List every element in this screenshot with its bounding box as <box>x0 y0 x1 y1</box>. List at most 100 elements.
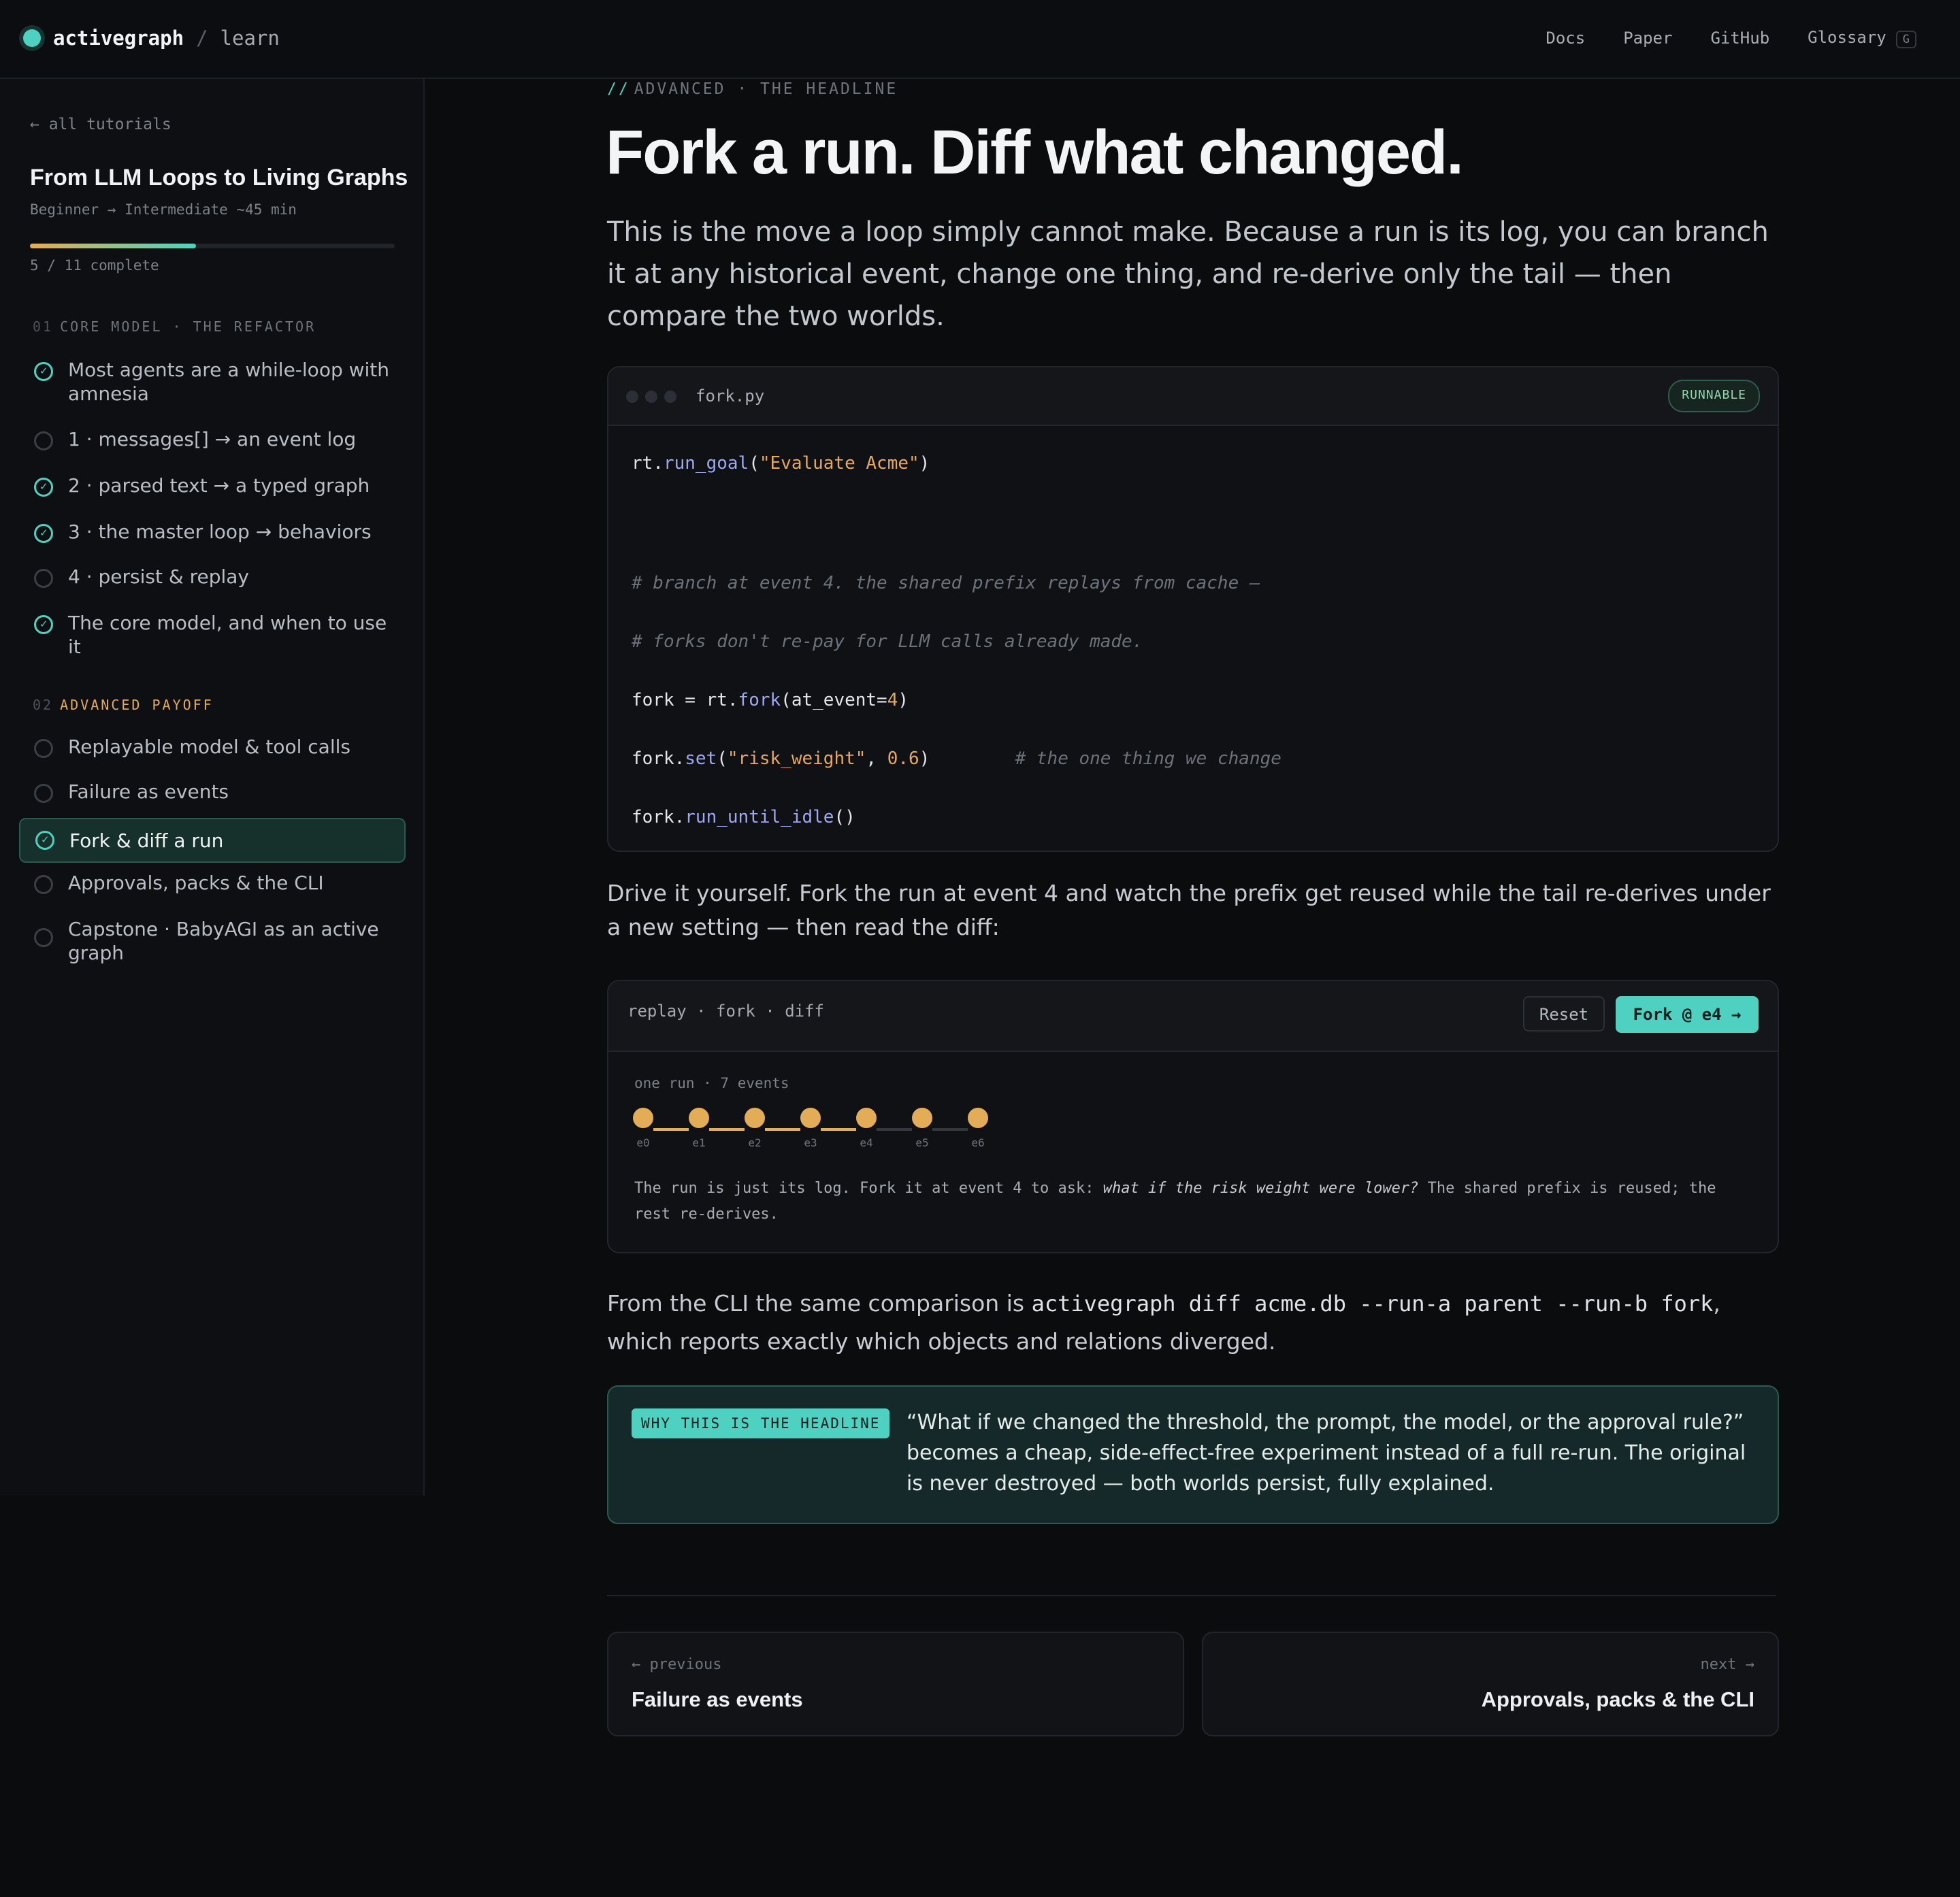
code-line: fork.set("risk_weight", 0.6) # the one t… <box>632 748 1281 769</box>
lesson-label: Replayable model & tool calls <box>68 736 350 758</box>
lesson-incomplete-circle-icon <box>34 431 53 450</box>
next-title: Approvals, packs & the CLI <box>1481 1687 1754 1711</box>
event-node[interactable] <box>689 1108 709 1128</box>
course-progress-bar <box>30 244 395 248</box>
brand-section[interactable]: learn <box>220 27 280 50</box>
eyebrow-slashes: // <box>607 80 630 98</box>
previous-lesson-link[interactable]: ← previous Failure as events <box>607 1632 1184 1736</box>
lesson-incomplete-circle-icon <box>34 784 53 803</box>
section-number: 02 <box>33 697 54 713</box>
event-node[interactable] <box>800 1108 821 1128</box>
simulator-header: replay · fork · diff Reset Fork @ e4 → <box>608 981 1778 1052</box>
divider <box>607 1595 1776 1596</box>
event-node[interactable] <box>968 1108 988 1128</box>
lesson-complete-check-icon <box>34 524 53 543</box>
section-heading-core-model: 01 CORE MODEL · THE REFACTOR <box>33 318 316 335</box>
logo-dot-icon <box>23 29 41 47</box>
lesson-item[interactable]: Most agents are a while-loop with amnesi… <box>19 357 403 406</box>
run-label: one run · 7 events <box>634 1075 789 1091</box>
event-node[interactable] <box>912 1108 932 1128</box>
glossary-shortcut-key: G <box>1895 31 1916 48</box>
event-label: e4 <box>860 1136 873 1149</box>
event-node[interactable] <box>856 1108 877 1128</box>
nav-docs[interactable]: Docs <box>1546 29 1585 48</box>
next-lesson-link[interactable]: next → Approvals, packs & the CLI <box>1202 1632 1779 1736</box>
lesson-incomplete-circle-icon <box>34 569 53 588</box>
section-title: ADVANCED PAYOFF <box>60 697 214 713</box>
event-node[interactable] <box>633 1108 653 1128</box>
nav-glossary-label: Glossary <box>1808 28 1886 47</box>
callout-tag: WHY THIS IS THE HEADLINE <box>632 1408 890 1438</box>
lesson-label: 1 · messages[] → an event log <box>68 428 357 450</box>
event-label: e5 <box>915 1136 929 1149</box>
simulator-title: replay · fork · diff <box>627 1002 824 1021</box>
runnable-badge: RUNNABLE <box>1668 380 1760 412</box>
code-line: fork = rt.fork(at_event=4) <box>632 690 909 710</box>
event-timeline: e0 e1 e2 e3 e4 e5 e6 <box>633 1108 1014 1162</box>
top-nav: Docs Paper GitHub Glossary G <box>1507 23 1916 53</box>
window-dots-icon <box>626 391 683 403</box>
lesson-label: Most agents are a while-loop with amnesi… <box>68 359 390 405</box>
course-progress-label: 5 / 11 complete <box>30 257 159 274</box>
lesson-label: Fork & diff a run <box>69 829 224 852</box>
lesson-complete-check-icon <box>34 362 53 381</box>
code-line: rt.run_goal("Evaluate Acme") <box>632 453 930 474</box>
lesson-item[interactable]: 2 · parsed text → a typed graph <box>19 472 403 497</box>
brand-name[interactable]: activegraph <box>53 27 184 50</box>
description-emphasis: what if the risk weight were lower? <box>1102 1180 1419 1197</box>
section-title: CORE MODEL · THE REFACTOR <box>60 318 316 335</box>
lesson-complete-check-icon <box>34 615 53 634</box>
course-progress-fill <box>30 244 196 248</box>
brand-separator: / <box>196 27 208 50</box>
lesson-label: Capstone · BabyAGI as an active graph <box>68 918 379 964</box>
reset-button[interactable]: Reset <box>1523 996 1605 1032</box>
event-label: e6 <box>971 1136 985 1149</box>
sidebar: ← all tutorials From LLM Loops to Living… <box>0 79 425 1496</box>
lesson-complete-check-icon <box>35 831 54 850</box>
section-number: 01 <box>33 318 54 335</box>
lesson-item[interactable]: 1 · messages[] → an event log <box>19 426 403 451</box>
brand[interactable]: activegraph / learn <box>23 23 280 53</box>
cli-text: From the CLI the same comparison is <box>607 1290 1032 1317</box>
fork-at-event-button[interactable]: Fork @ e4 → <box>1616 996 1759 1033</box>
nav-glossary[interactable]: Glossary G <box>1808 28 1916 48</box>
lesson-item[interactable]: Failure as events <box>19 778 403 804</box>
lesson-item[interactable]: 3 · the master loop → behaviors <box>19 518 403 544</box>
code-line: fork.run_until_idle() <box>632 807 855 827</box>
lesson-item[interactable]: 4 · persist & replay <box>19 563 403 589</box>
section-heading-advanced-payoff: 02 ADVANCED PAYOFF <box>33 697 214 713</box>
lesson-item[interactable]: The core model, and when to use it <box>19 610 403 659</box>
lesson-item-active[interactable]: Fork & diff a run <box>19 818 406 863</box>
code-line: # forks don't re-pay for LLM calls alrea… <box>632 631 1143 652</box>
event-node[interactable] <box>745 1108 765 1128</box>
event-label: e0 <box>636 1136 650 1149</box>
lesson-label: 3 · the master loop → behaviors <box>68 521 372 543</box>
event-label: e1 <box>692 1136 706 1149</box>
lede-paragraph: This is the move a loop simply cannot ma… <box>607 216 1769 332</box>
lesson-label: The core model, and when to use it <box>68 612 387 658</box>
previous-title: Failure as events <box>632 1687 803 1711</box>
lesson-label: Failure as events <box>68 780 229 803</box>
code-card: fork.py RUNNABLE rt.run_goal("Evaluate A… <box>607 366 1779 852</box>
lesson-label: Approvals, packs & the CLI <box>68 872 324 894</box>
cli-command: activegraph diff acme.db --run-a parent … <box>1031 1291 1714 1317</box>
lesson-item[interactable]: Replayable model & tool calls <box>19 733 403 759</box>
all-tutorials-link[interactable]: ← all tutorials <box>30 116 172 133</box>
description-text: The run is just its log. Fork it at even… <box>634 1180 1103 1197</box>
lesson-item[interactable]: Capstone · BabyAGI as an active graph <box>19 916 403 965</box>
event-link <box>877 1128 912 1131</box>
nav-paper[interactable]: Paper <box>1623 29 1672 48</box>
lesson-label: 4 · persist & replay <box>68 565 249 588</box>
simulator-description: The run is just its log. Fork it at even… <box>634 1176 1757 1227</box>
eyebrow-text: ADVANCED · THE HEADLINE <box>634 80 898 98</box>
lesson-incomplete-circle-icon <box>34 739 53 758</box>
lesson-item[interactable]: Approvals, packs & the CLI <box>19 870 403 895</box>
event-label: e3 <box>804 1136 817 1149</box>
nav-github[interactable]: GitHub <box>1710 29 1769 48</box>
fork-simulator: replay · fork · diff Reset Fork @ e4 → o… <box>607 980 1779 1253</box>
lesson-label: 2 · parsed text → a typed graph <box>68 474 370 497</box>
code-block: rt.run_goal("Evaluate Acme") # branch at … <box>632 453 1281 851</box>
event-link <box>765 1128 800 1131</box>
eyebrow: //ADVANCED · THE HEADLINE <box>607 80 898 98</box>
